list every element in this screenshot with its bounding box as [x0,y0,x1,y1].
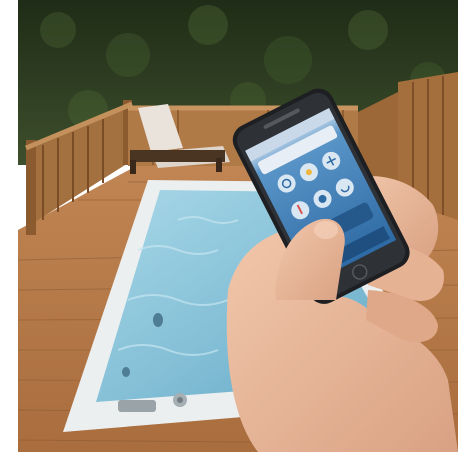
photo [18,0,458,452]
